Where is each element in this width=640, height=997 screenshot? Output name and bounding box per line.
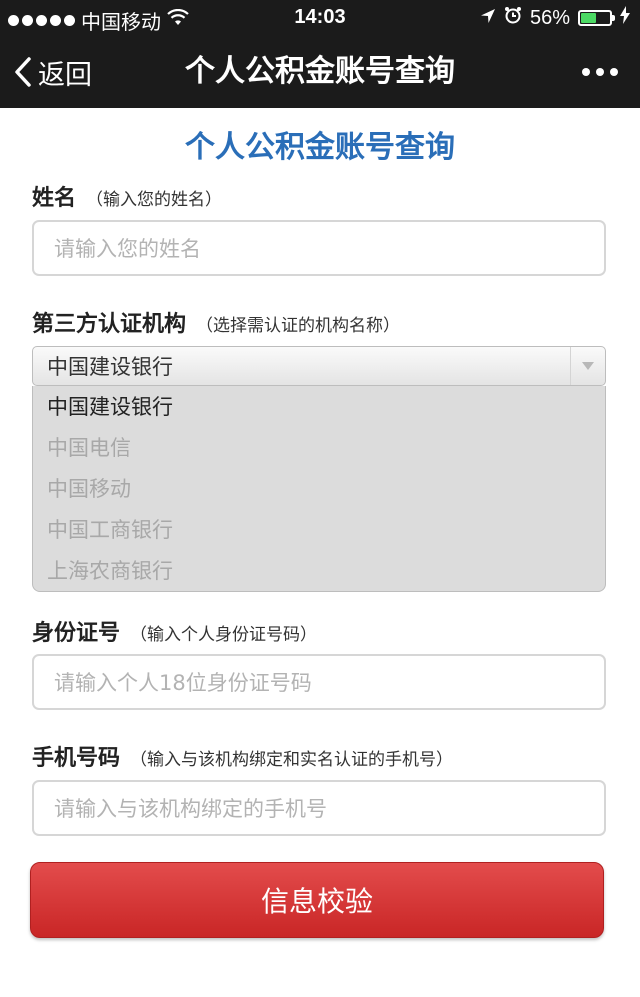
nav-title: 个人公积金账号查询: [185, 54, 455, 89]
institution-select[interactable]: 中国建设银行: [32, 346, 606, 386]
option-item[interactable]: 中国工商银行: [33, 509, 605, 550]
phone-input[interactable]: 请输入与该机构绑定的手机号: [32, 780, 606, 836]
id-number-placeholder: 请输入个人18位身份证号码: [54, 671, 312, 695]
name-label: 姓名 （输入您的姓名）: [32, 180, 222, 212]
battery-icon: [578, 10, 615, 26]
id-number-label-text: 身份证号: [32, 621, 121, 646]
institution-label: 第三方认证机构 （选择需认证的机构名称）: [32, 306, 400, 338]
id-number-label: 身份证号 （输入个人身份证号码）: [32, 615, 317, 647]
option-item[interactable]: 中国电信: [33, 427, 605, 468]
phone-label-text: 手机号码: [32, 746, 121, 771]
name-placeholder: 请输入您的姓名: [54, 237, 201, 261]
institution-options-list: 中国建设银行 中国电信 中国移动 中国工商银行 上海农商银行: [32, 386, 606, 592]
phone-placeholder: 请输入与该机构绑定的手机号: [54, 797, 327, 821]
battery-percent: 56%: [529, 6, 570, 29]
institution-hint: （选择需认证的机构名称）: [196, 316, 401, 336]
phone-hint: （输入与该机构绑定和实名认证的手机号）: [130, 750, 454, 770]
dropdown-arrow-icon[interactable]: [570, 347, 605, 385]
more-dots-icon[interactable]: [582, 36, 618, 108]
location-arrow-icon: [480, 7, 496, 30]
status-bar: 中国移动 14:03 56%: [0, 0, 640, 36]
option-item[interactable]: 上海农商银行: [33, 550, 605, 591]
charging-bolt-icon: [620, 6, 630, 30]
battery-level-fill: [581, 13, 596, 23]
chevron-left-icon: [14, 57, 32, 87]
name-label-text: 姓名: [32, 186, 77, 211]
institution-label-text: 第三方认证机构: [32, 312, 187, 337]
option-item[interactable]: 中国移动: [33, 468, 605, 509]
verify-button[interactable]: 信息校验: [30, 862, 604, 938]
phone-label: 手机号码 （输入与该机构绑定和实名认证的手机号）: [32, 740, 453, 772]
id-number-input[interactable]: 请输入个人18位身份证号码: [32, 654, 606, 710]
nav-bar: 返回 个人公积金账号查询: [0, 36, 640, 108]
back-button[interactable]: 返回: [14, 36, 92, 108]
back-label: 返回: [38, 59, 92, 91]
name-input[interactable]: 请输入您的姓名: [32, 220, 606, 276]
page-title: 个人公积金账号查询: [185, 130, 455, 165]
name-hint: （输入您的姓名）: [86, 190, 223, 210]
option-item[interactable]: 中国建设银行: [33, 386, 605, 427]
institution-selected-value: 中国建设银行: [47, 355, 173, 379]
id-number-hint: （输入个人身份证号码）: [130, 625, 318, 645]
alarm-icon: [504, 6, 522, 30]
